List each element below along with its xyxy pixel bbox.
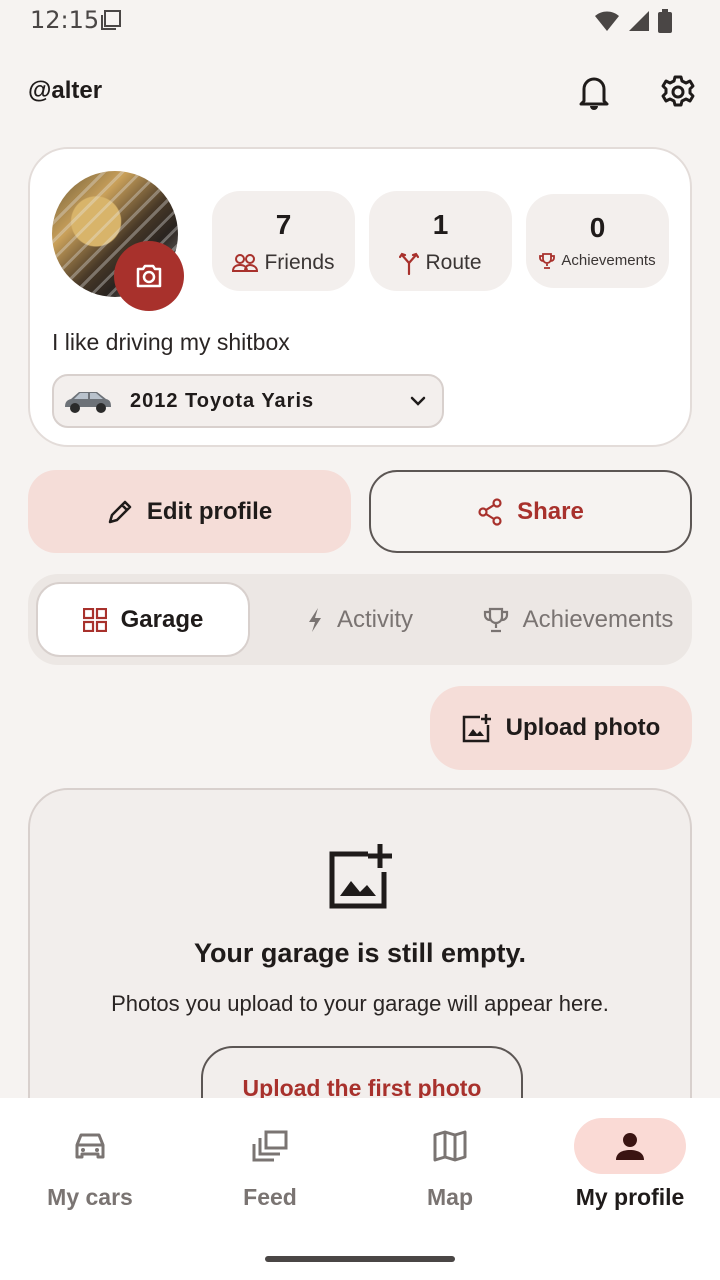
nav-my-profile[interactable]: My profile — [540, 1118, 720, 1228]
gesture-bar[interactable] — [265, 1256, 455, 1262]
nav-my-profile-label: My profile — [575, 1184, 685, 1210]
nav-map-label: Map — [427, 1184, 473, 1210]
bell-icon[interactable] — [572, 70, 616, 114]
profile-card: 7 Friends 1 Route 0 Achievements I like … — [28, 147, 692, 447]
stat-routes-label: Route — [425, 251, 482, 274]
wifi-icon — [594, 10, 620, 32]
car-selector[interactable]: 2012 Toyota Yaris — [52, 374, 444, 428]
nav-my-cars[interactable]: My cars — [0, 1118, 180, 1228]
profile-tabs: Garage Activity Achievements — [28, 574, 692, 665]
tab-garage-label: Garage — [120, 605, 204, 633]
upload-photo-button[interactable]: Upload photo — [430, 686, 692, 770]
trophy-icon — [539, 252, 556, 269]
status-time: 12:15 — [30, 6, 100, 34]
tab-achievements-label: Achievements — [522, 605, 674, 633]
empty-state-subtitle: Photos you upload to your garage will ap… — [111, 991, 609, 1016]
stat-friends-label: Friends — [264, 251, 335, 274]
nav-feed-label: Feed — [243, 1184, 297, 1210]
profile-bio: I like driving my shitbox — [52, 329, 290, 355]
nav-my-cars-label: My cars — [47, 1184, 133, 1210]
share-button[interactable]: Share — [369, 470, 692, 553]
upload-photo-label: Upload photo — [505, 714, 661, 741]
gear-icon[interactable] — [656, 70, 700, 114]
trophy-icon — [483, 607, 509, 633]
stat-friends-value: 7 — [275, 209, 292, 240]
edit-profile-label: Edit profile — [146, 497, 273, 525]
stat-routes[interactable]: 1 Route — [369, 191, 512, 291]
route-icon — [399, 251, 420, 275]
battery-icon — [658, 9, 672, 33]
signal-icon — [628, 10, 650, 32]
feed-icon — [252, 1130, 288, 1162]
empty-state-title: Your garage is still empty. — [193, 938, 527, 968]
stat-achievements-label: Achievements — [561, 252, 656, 269]
add-photo-icon — [328, 842, 396, 910]
nav-map[interactable]: Map — [360, 1118, 540, 1228]
nav-feed[interactable]: Feed — [180, 1118, 360, 1228]
people-icon — [232, 254, 259, 272]
car-name: 2012 Toyota Yaris — [130, 389, 315, 412]
stat-routes-value: 1 — [432, 209, 449, 240]
profile-handle: @alter — [28, 77, 103, 104]
tab-activity[interactable]: Activity — [290, 582, 430, 657]
tab-garage[interactable]: Garage — [36, 582, 250, 657]
change-avatar-button[interactable] — [114, 241, 184, 311]
stat-achievements[interactable]: 0 Achievements — [526, 194, 669, 288]
tab-activity-label: Activity — [336, 605, 413, 633]
edit-profile-button[interactable]: Edit profile — [28, 470, 351, 553]
car-icon — [73, 1131, 107, 1161]
camera-icon — [135, 263, 163, 289]
status-bar: 12:15 — [0, 0, 720, 42]
garage-empty-state: Your garage is still empty. Photos you u… — [28, 788, 692, 1148]
bottom-navigation: My cars Feed Map My profile — [0, 1098, 720, 1280]
car-thumbnail — [62, 387, 112, 415]
screenshot-icon — [100, 9, 122, 31]
person-icon — [615, 1131, 645, 1161]
stat-friends[interactable]: 7 Friends — [212, 191, 355, 291]
bolt-icon — [307, 607, 323, 633]
map-icon — [433, 1130, 467, 1162]
add-photo-icon — [462, 713, 492, 743]
share-label: Share — [517, 497, 584, 525]
pencil-icon — [107, 499, 133, 525]
tab-achievements[interactable]: Achievements — [473, 582, 683, 657]
share-icon — [477, 497, 503, 526]
stat-achievements-value: 0 — [589, 212, 606, 243]
chevron-down-icon — [410, 396, 426, 406]
grid-icon — [82, 607, 107, 632]
